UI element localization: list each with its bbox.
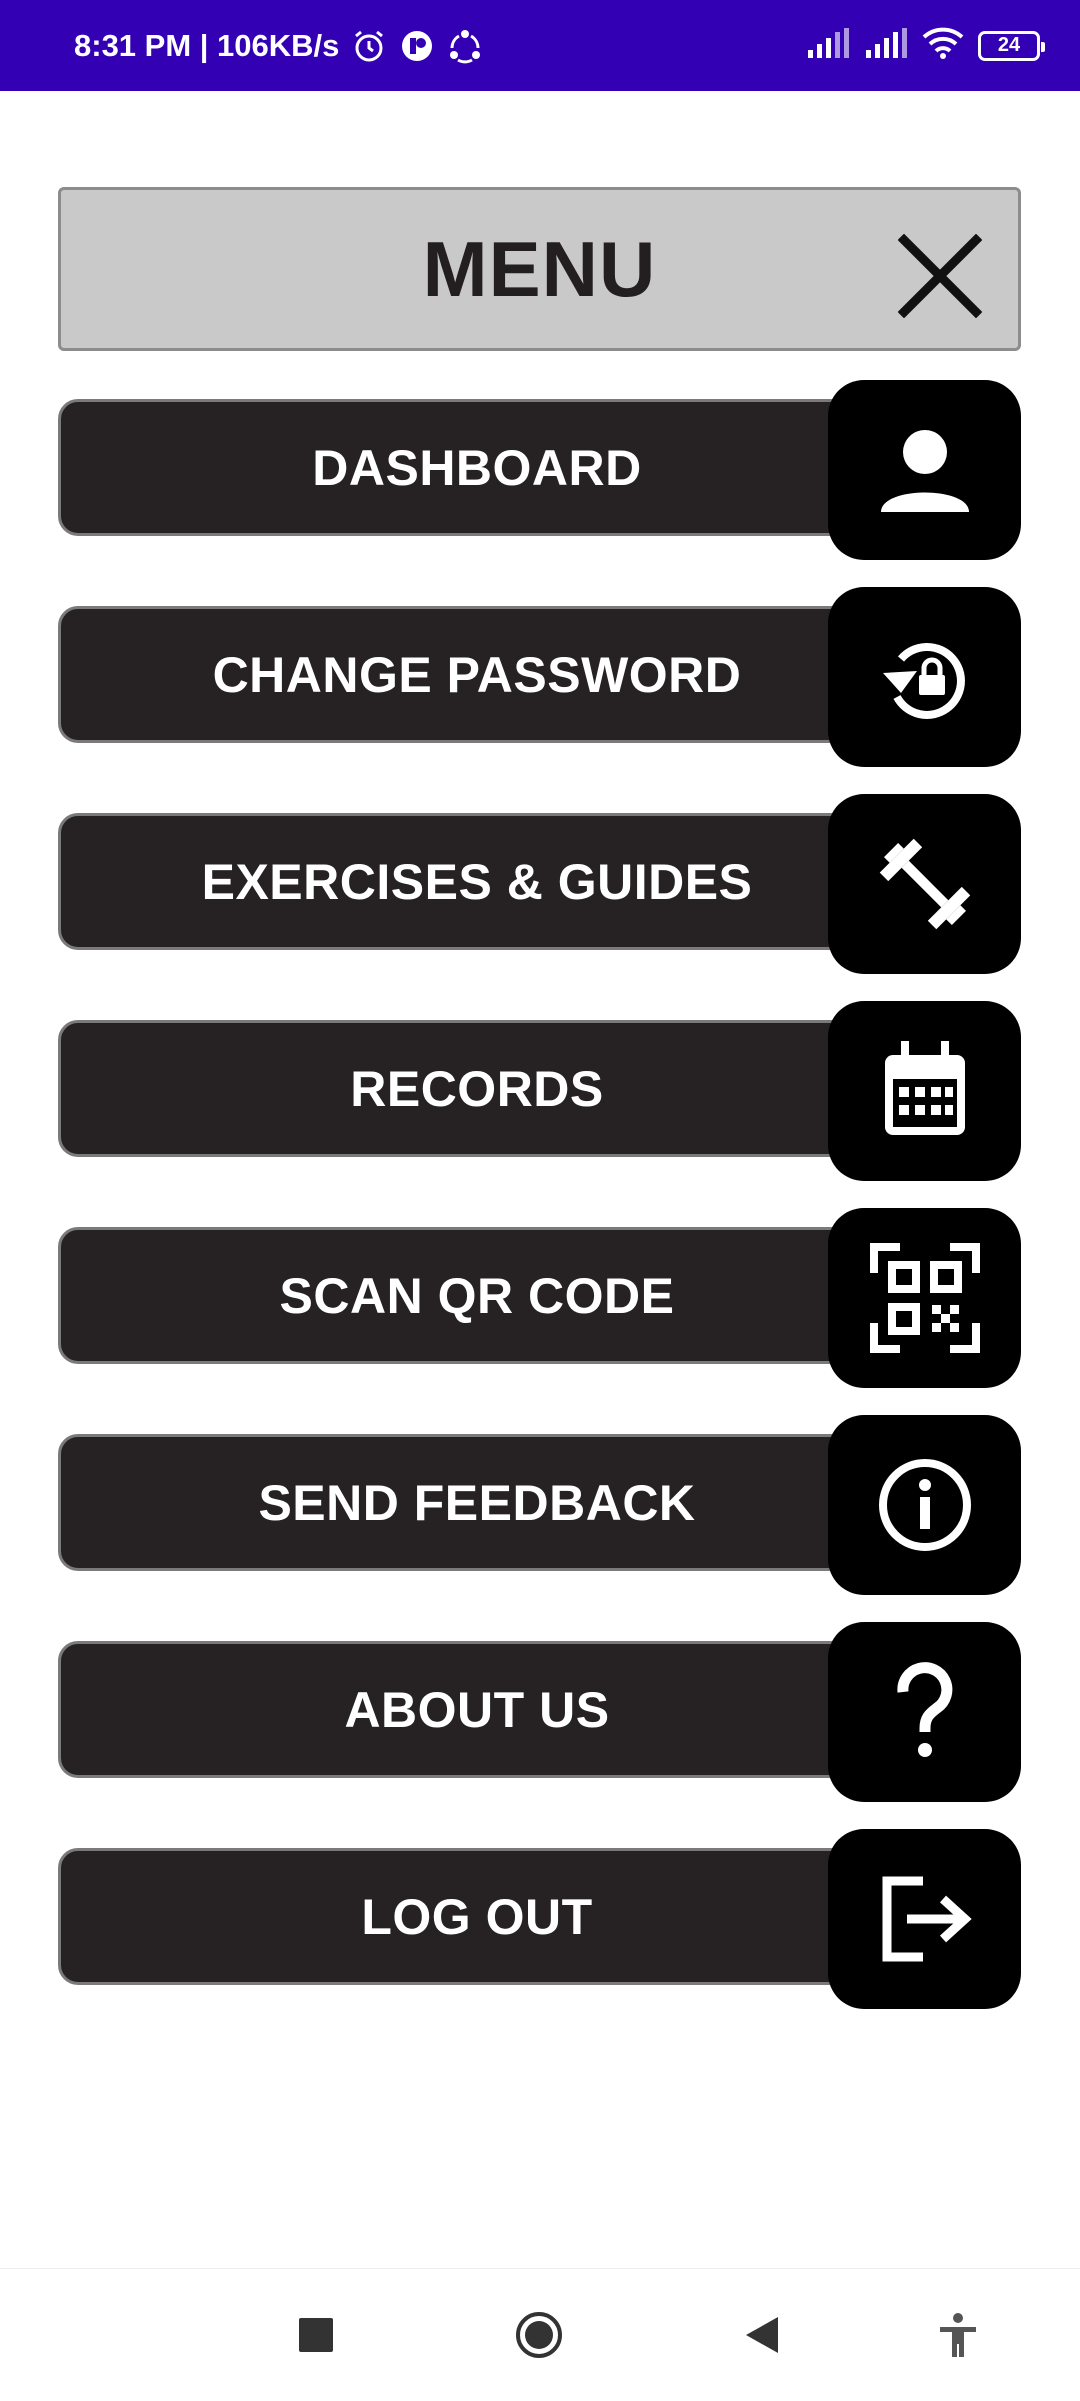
exercises-guides-label: EXERCISES & GUIDES — [201, 853, 753, 910]
records-label: RECORDS — [350, 1060, 604, 1117]
back-button[interactable] — [712, 2269, 812, 2401]
exercises-icon-tile[interactable] — [828, 794, 1021, 974]
status-right: 24 — [806, 27, 1045, 64]
question-icon — [896, 1662, 952, 1757]
menu-item-exercises-guides[interactable]: EXERCISES & GUIDES — [58, 794, 1021, 974]
person-icon — [880, 430, 969, 512]
send-feedback-label: SEND FEEDBACK — [258, 1474, 696, 1531]
menu-item-records[interactable]: RECORDS — [58, 1001, 1021, 1181]
menu-item-log-out[interactable]: LOG OUT — [58, 1829, 1021, 2009]
about-us-button[interactable]: ABOUT US — [58, 1641, 938, 1778]
menu-item-scan-qr[interactable]: SCAN QR CODE — [58, 1208, 1021, 1388]
accessibility-button[interactable] — [908, 2269, 1008, 2401]
app-notification-icon — [399, 28, 435, 64]
signal-icon — [806, 28, 850, 63]
scan-qr-label: SCAN QR CODE — [279, 1267, 675, 1324]
send-feedback-button[interactable]: SEND FEEDBACK — [58, 1434, 938, 1571]
alarm-icon — [351, 28, 387, 64]
change-password-icon-tile[interactable] — [828, 587, 1021, 767]
log-out-label: LOG OUT — [361, 1888, 593, 1945]
menu-item-dashboard[interactable]: DASHBOARD — [58, 380, 1021, 560]
log-out-icon-tile[interactable] — [828, 1829, 1021, 2009]
accessibility-icon — [940, 2313, 976, 2357]
qr-code-icon — [869, 1243, 980, 1353]
wifi-icon — [922, 27, 964, 64]
home-circle-icon — [516, 2312, 562, 2358]
dashboard-icon-tile[interactable] — [828, 380, 1021, 560]
lock-reset-icon — [882, 642, 965, 719]
close-button[interactable] — [898, 234, 982, 318]
info-icon — [878, 1459, 971, 1551]
send-feedback-icon-tile[interactable] — [828, 1415, 1021, 1595]
exercises-guides-button[interactable]: EXERCISES & GUIDES — [58, 813, 938, 950]
scan-qr-button[interactable]: SCAN QR CODE — [58, 1227, 938, 1364]
dashboard-label: DASHBOARD — [312, 439, 642, 496]
scan-qr-icon-tile[interactable] — [828, 1208, 1021, 1388]
navigation-bar — [0, 2268, 1080, 2400]
home-button[interactable] — [489, 2269, 589, 2401]
calendar-icon — [884, 1041, 965, 1135]
signal-icon-2 — [864, 28, 908, 63]
square-icon — [299, 2318, 333, 2352]
dashboard-button[interactable]: DASHBOARD — [58, 399, 938, 536]
recents-button[interactable] — [266, 2269, 366, 2401]
log-out-button[interactable]: LOG OUT — [58, 1848, 938, 1985]
menu-item-about-us[interactable]: ABOUT US — [58, 1622, 1021, 1802]
share-sync-icon — [447, 28, 483, 64]
status-time-speed: 8:31 PM | 106KB/s — [74, 27, 340, 63]
status-left: 8:31 PM | 106KB/s — [74, 28, 483, 64]
logout-icon — [882, 1876, 972, 1962]
change-password-button[interactable]: CHANGE PASSWORD — [58, 606, 938, 743]
records-button[interactable]: RECORDS — [58, 1020, 938, 1157]
about-us-label: ABOUT US — [344, 1681, 610, 1738]
menu-header: MENU — [58, 187, 1021, 351]
menu-item-send-feedback[interactable]: SEND FEEDBACK — [58, 1415, 1021, 1595]
status-bar: 8:31 PM | 106KB/s 24 — [0, 0, 1080, 91]
close-icon — [898, 234, 982, 318]
menu-title: MENU — [422, 224, 657, 313]
menu-item-change-password[interactable]: CHANGE PASSWORD — [58, 587, 1021, 767]
battery-indicator: 24 — [978, 30, 1045, 61]
back-triangle-icon — [746, 2317, 778, 2353]
dumbbell-icon — [879, 838, 970, 930]
change-password-label: CHANGE PASSWORD — [212, 646, 742, 703]
records-icon-tile[interactable] — [828, 1001, 1021, 1181]
about-us-icon-tile[interactable] — [828, 1622, 1021, 1802]
